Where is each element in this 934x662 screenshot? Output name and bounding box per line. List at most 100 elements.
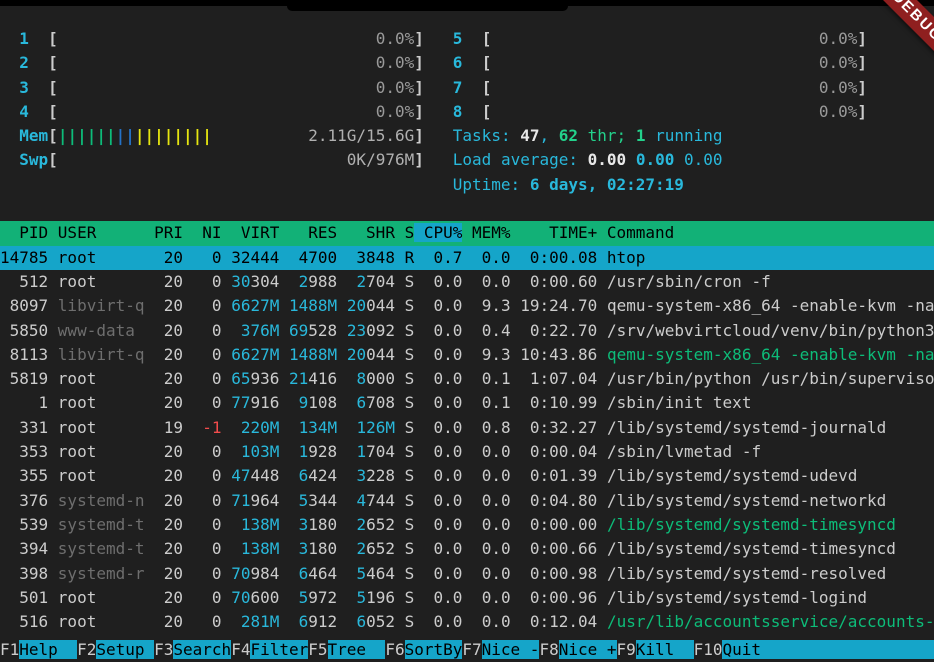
cpu-meter-5-label: 5 (453, 29, 482, 48)
mem-bar-green: |||||| (58, 126, 116, 145)
fkey-label: Filter (250, 640, 308, 659)
running-count: 1 (636, 126, 646, 145)
fkey-key: F5 (308, 640, 327, 659)
cpu-meter-4-label: 4 (19, 102, 48, 121)
fkey-label: Search (173, 640, 231, 659)
tasks-count: 47 (520, 126, 539, 145)
fkey-F1[interactable]: F1Help (0, 640, 77, 659)
fkey-key: F6 (385, 640, 404, 659)
tasks-label: Tasks: (453, 126, 520, 145)
memory-meter-label: Mem (19, 126, 48, 145)
fkey-key: F2 (77, 640, 96, 659)
process-row[interactable]: 539 systemd-t 20 0 138M 3180 2652 S 0.0 … (0, 513, 934, 537)
process-row[interactable]: 353 root 20 0 103M 1928 1704 S 0.0 0.0 0… (0, 440, 934, 464)
process-row[interactable]: 355 root 20 0 47448 6424 3228 S 0.0 0.0 … (0, 464, 934, 488)
swap-value: 0K/976M (347, 150, 414, 169)
meter-close-bracket: ] (857, 29, 867, 48)
fkey-key: F8 (539, 640, 558, 659)
fkey-F4[interactable]: F4Filter (231, 640, 308, 659)
cpu-meter-6-label: 6 (453, 53, 482, 72)
fkey-F10[interactable]: F10Quit (694, 640, 934, 659)
sort-column-cpu[interactable]: CPU% (414, 223, 462, 242)
meter-close-bracket: ] (857, 53, 867, 72)
fkey-label: Nice - (482, 640, 540, 659)
mem-bar-blue: || (116, 126, 135, 145)
meter-close-bracket: ] (414, 53, 424, 72)
window-tab-handle[interactable] (287, 0, 568, 11)
meter-open-bracket: [ (48, 53, 58, 72)
process-row[interactable]: 516 root 20 0 281M 6912 6052 S 0.0 0.0 0… (0, 610, 934, 634)
mem-bar-yellow: |||||||| (135, 126, 212, 145)
mem-tasks-row: Mem[|||||||||||||||| 2.11G/15.6G] Tasks:… (0, 124, 934, 148)
meter-close-bracket: ] (414, 29, 424, 48)
process-row[interactable]: 398 systemd-r 20 0 70984 6464 5464 S 0.0… (0, 562, 934, 586)
fkey-label: Quit (722, 640, 934, 659)
fkey-key: F9 (617, 640, 636, 659)
meter-open-bracket: [ (482, 102, 492, 121)
fkey-F3[interactable]: F3Search (154, 640, 231, 659)
fkey-label: Help (19, 640, 77, 659)
cpu-meter-8-label: 8 (453, 102, 482, 121)
meter-close-bracket: ] (857, 102, 867, 121)
meter-open-bracket: [ (482, 29, 492, 48)
htop-terminal-screen: 1 [ 0.0%] 5 [ 0.0%] 2 [ 0.0%] 6 [ 0.0%] … (0, 0, 934, 662)
cpu-meter-row: 3 [ 0.0%] 7 [ 0.0%] (0, 76, 934, 100)
uptime-value: 6 days, 02:27:19 (530, 175, 684, 194)
terminal-content: 1 [ 0.0%] 5 [ 0.0%] 2 [ 0.0%] 6 [ 0.0%] … (0, 27, 934, 634)
meter-open-bracket: [ (48, 29, 58, 48)
fkey-F9[interactable]: F9Kill (617, 640, 694, 659)
meter-close-bracket: ] (414, 150, 424, 169)
cpu-meter-1-label: 1 (19, 29, 48, 48)
table-header-right[interactable]: MEM% TIME+ Command (462, 223, 934, 242)
fkey-F6[interactable]: F6SortBy (385, 640, 462, 659)
fkey-label: Nice + (559, 640, 617, 659)
fkey-F8[interactable]: F8Nice + (539, 640, 616, 659)
process-row-selected[interactable]: 14785 root 20 0 32444 4700 3848 R 0.7 0.… (0, 246, 934, 270)
table-header-row[interactable]: PID USER PRI NI VIRT RES SHR S CPU% MEM%… (0, 221, 934, 245)
meter-open-bracket: [ (482, 78, 492, 97)
swap-load-row: Swp[ 0K/976M] Load average: 0.00 0.00 0.… (0, 148, 934, 172)
meter-close-bracket: ] (857, 78, 867, 97)
meter-open-bracket: [ (482, 53, 492, 72)
cpu-meter-7-label: 7 (453, 78, 482, 97)
uptime-row: Uptime: 6 days, 02:27:19 (0, 173, 934, 197)
meter-close-bracket: ] (414, 78, 424, 97)
process-row[interactable]: 8113 libvirt-q 20 0 6627M 1488M 20044 S … (0, 343, 934, 367)
fkey-F7[interactable]: F7Nice - (462, 640, 539, 659)
process-row[interactable]: 394 systemd-t 20 0 138M 3180 2652 S 0.0 … (0, 537, 934, 561)
blank-row (0, 197, 934, 221)
meter-open-bracket: [ (48, 150, 58, 169)
fkey-key: F3 (154, 640, 173, 659)
swap-meter-label: Swp (19, 150, 48, 169)
process-row[interactable]: 501 root 20 0 70600 5972 5196 S 0.0 0.0 … (0, 586, 934, 610)
fkey-key: F10 (694, 640, 723, 659)
cpu-meter-2-label: 2 (19, 53, 48, 72)
process-row[interactable]: 376 systemd-n 20 0 71964 5344 4744 S 0.0… (0, 489, 934, 513)
meter-open-bracket: [ (48, 78, 58, 97)
process-row[interactable]: 512 root 20 0 30304 2988 2704 S 0.0 0.0 … (0, 270, 934, 294)
fkey-label: SortBy (405, 640, 463, 659)
fkey-F5[interactable]: F5Tree (308, 640, 385, 659)
process-row[interactable]: 5819 root 20 0 65936 21416 8000 S 0.0 0.… (0, 367, 934, 391)
process-row[interactable]: 1 root 20 0 77916 9108 6708 S 0.0 0.1 0:… (0, 391, 934, 415)
table-header-left[interactable]: PID USER PRI NI VIRT RES SHR S (0, 223, 414, 242)
threads-count: 62 (559, 126, 578, 145)
meter-close-bracket: ] (414, 102, 424, 121)
load-1min: 0.00 (588, 150, 636, 169)
fkey-F2[interactable]: F2Setup (77, 640, 154, 659)
fkey-key: F4 (231, 640, 250, 659)
fkey-key: F7 (462, 640, 481, 659)
uptime-label: Uptime: (453, 175, 530, 194)
process-row[interactable]: 8097 libvirt-q 20 0 6627M 1488M 20044 S … (0, 294, 934, 318)
meter-open-bracket: [ (48, 102, 58, 121)
load-15min: 0.00 (684, 150, 723, 169)
process-row[interactable]: 5850 www-data 20 0 376M 69528 23092 S 0.… (0, 319, 934, 343)
meter-close-bracket: ] (414, 126, 424, 145)
fkey-label: Kill (636, 640, 694, 659)
cpu-meter-3-label: 3 (19, 78, 48, 97)
process-row[interactable]: 331 root 19 -1 220M 134M 126M S 0.0 0.8 … (0, 416, 934, 440)
cpu-meter-row: 2 [ 0.0%] 6 [ 0.0%] (0, 51, 934, 75)
fkey-label: Tree (328, 640, 386, 659)
cpu-meter-row: 1 [ 0.0%] 5 [ 0.0%] (0, 27, 934, 51)
load-average-label: Load average: (453, 150, 588, 169)
